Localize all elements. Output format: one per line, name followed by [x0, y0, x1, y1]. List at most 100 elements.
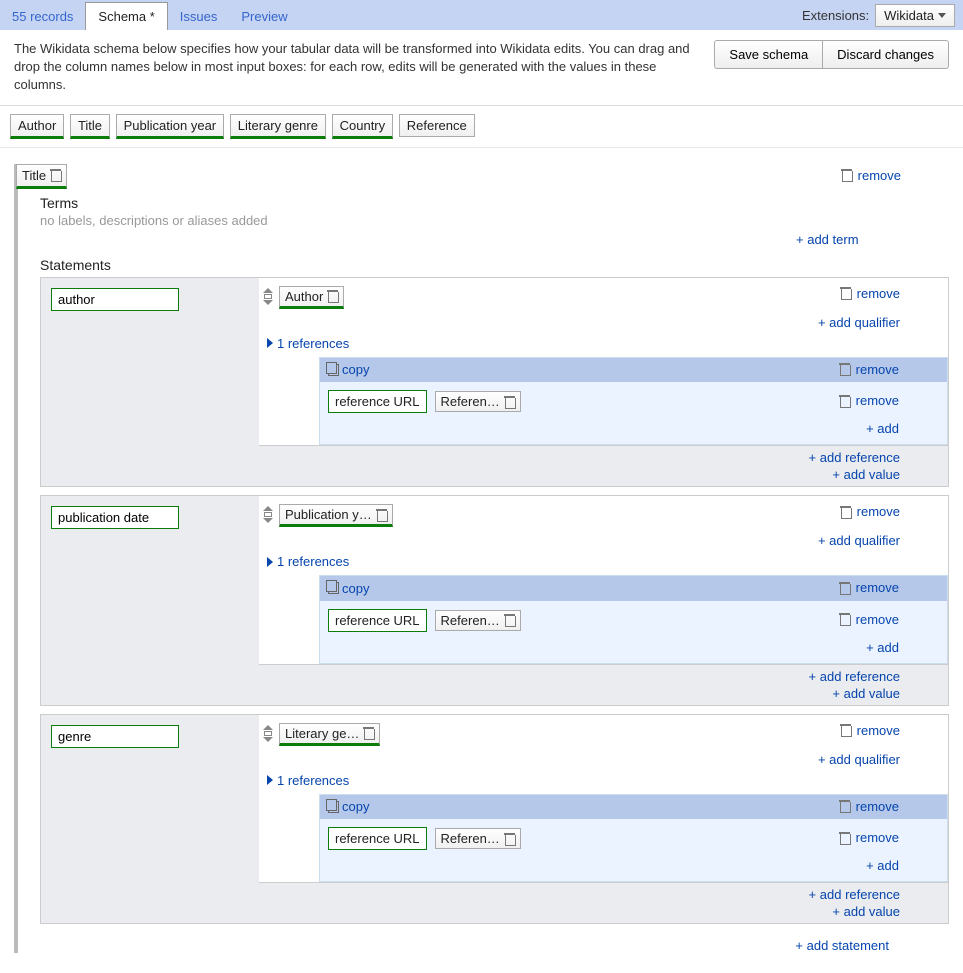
trash-icon[interactable] [840, 506, 851, 518]
remove-reference-link[interactable]: remove [856, 799, 899, 814]
trash-icon[interactable] [363, 727, 374, 739]
add-snak-link[interactable]: add [877, 640, 899, 655]
tab-issues[interactable]: Issues [168, 3, 230, 30]
add-term-link[interactable]: add term [807, 232, 858, 247]
copy-icon [328, 801, 339, 813]
trash-icon[interactable] [840, 724, 851, 736]
add-statement-link[interactable]: add statement [807, 938, 889, 953]
value-chip[interactable]: Literary ge… [279, 723, 380, 746]
trash-icon[interactable] [504, 833, 515, 845]
reference-value-label: Referen… [441, 831, 500, 846]
reference-block: copy remove reference URL Referen… [319, 575, 948, 664]
trash-icon[interactable] [839, 363, 850, 375]
column-chip-author[interactable]: Author [10, 114, 64, 139]
copy-reference-link[interactable]: copy [328, 362, 369, 377]
add-value-link[interactable]: add value [844, 686, 900, 701]
value-chip-label: Publication y… [285, 507, 372, 522]
trash-icon[interactable] [840, 287, 851, 299]
add-snak-link[interactable]: add [877, 421, 899, 436]
rank-selector[interactable] [261, 725, 275, 742]
property-input[interactable] [51, 506, 179, 529]
value-chip-label: Author [285, 289, 323, 304]
references-toggle[interactable]: 1 references [259, 548, 948, 575]
references-count: 1 references [277, 554, 349, 569]
remove-reference-link[interactable]: remove [856, 362, 899, 377]
reference-block: copy remove reference URL Referen… [319, 357, 948, 446]
reference-property-input[interactable]: reference URL [328, 390, 427, 413]
remove-snak-link[interactable]: remove [856, 830, 899, 845]
tab-preview[interactable]: Preview [229, 3, 299, 30]
reference-value-chip[interactable]: Referen… [435, 828, 521, 849]
add-reference-link[interactable]: add reference [820, 450, 900, 465]
references-toggle[interactable]: 1 references [259, 767, 948, 794]
reference-block: copy remove reference URL Referen… [319, 794, 948, 883]
trash-icon[interactable] [504, 396, 515, 408]
column-chip-title[interactable]: Title [70, 114, 110, 139]
trash-icon[interactable] [50, 169, 61, 181]
chevron-down-icon [938, 13, 946, 18]
column-chips-row: Author Title Publication year Literary g… [0, 106, 963, 148]
value-chip[interactable]: Publication y… [279, 504, 393, 527]
rank-selector[interactable] [261, 506, 275, 523]
add-qualifier-link[interactable]: add qualifier [829, 315, 900, 330]
add-value-link[interactable]: add value [844, 904, 900, 919]
trash-icon[interactable] [327, 290, 338, 302]
add-reference-link[interactable]: add reference [820, 887, 900, 902]
extensions-dropdown[interactable]: Wikidata [875, 4, 955, 27]
terms-subtext: no labels, descriptions or aliases added [40, 213, 949, 228]
reference-value-chip[interactable]: Referen… [435, 610, 521, 631]
remove-value-link[interactable]: remove [857, 286, 900, 301]
add-qualifier-link[interactable]: add qualifier [829, 533, 900, 548]
remove-reference-link[interactable]: remove [856, 580, 899, 595]
references-toggle[interactable]: 1 references [259, 330, 948, 357]
save-schema-button[interactable]: Save schema [714, 40, 822, 69]
reference-property-input[interactable]: reference URL [328, 609, 427, 632]
references-count: 1 references [277, 336, 349, 351]
copy-reference-link[interactable]: copy [328, 799, 369, 814]
remove-snak-link[interactable]: remove [856, 393, 899, 408]
remove-item-link[interactable]: remove [858, 168, 901, 183]
value-chip[interactable]: Author [279, 286, 344, 309]
trash-icon[interactable] [839, 832, 850, 844]
rank-selector[interactable] [261, 288, 275, 305]
tab-schema[interactable]: Schema * [85, 2, 167, 30]
reference-value-label: Referen… [441, 613, 500, 628]
extensions-label: Extensions: [802, 8, 869, 23]
schema-description: The Wikidata schema below specifies how … [14, 40, 704, 95]
discard-changes-button[interactable]: Discard changes [822, 40, 949, 69]
add-value-link[interactable]: add value [844, 467, 900, 482]
add-qualifier-link[interactable]: add qualifier [829, 752, 900, 767]
tab-records[interactable]: 55 records [0, 3, 85, 30]
trash-icon[interactable] [839, 582, 850, 594]
column-chip-reference[interactable]: Reference [399, 114, 475, 137]
reference-value-chip[interactable]: Referen… [435, 391, 521, 412]
column-chip-country[interactable]: Country [332, 114, 394, 139]
schema-item: Title remove Terms no labels, descriptio… [14, 164, 949, 954]
references-count: 1 references [277, 773, 349, 788]
reference-value-label: Referen… [441, 394, 500, 409]
remove-value-link[interactable]: remove [857, 723, 900, 738]
copy-reference-link[interactable]: copy [328, 581, 369, 596]
trash-icon[interactable] [839, 613, 850, 625]
trash-icon[interactable] [839, 800, 850, 812]
remove-value-link[interactable]: remove [857, 504, 900, 519]
add-snak-link[interactable]: add [877, 858, 899, 873]
column-chip-pubyear[interactable]: Publication year [116, 114, 225, 139]
trash-icon[interactable] [841, 169, 852, 181]
triangle-right-icon [267, 338, 273, 348]
trash-icon[interactable] [839, 395, 850, 407]
property-input[interactable] [51, 725, 179, 748]
reference-property-input[interactable]: reference URL [328, 827, 427, 850]
item-subject-chip[interactable]: Title [16, 164, 67, 189]
remove-snak-link[interactable]: remove [856, 612, 899, 627]
column-chip-genre[interactable]: Literary genre [230, 114, 326, 139]
trash-icon[interactable] [376, 509, 387, 521]
add-reference-link[interactable]: add reference [820, 669, 900, 684]
statement: Author remove + add qualifier 1 referenc… [40, 277, 949, 488]
property-input[interactable] [51, 288, 179, 311]
extensions-dropdown-value: Wikidata [884, 8, 934, 23]
triangle-right-icon [267, 775, 273, 785]
trash-icon[interactable] [504, 614, 515, 626]
value-chip-label: Literary ge… [285, 726, 359, 741]
item-subject-label: Title [22, 168, 46, 183]
